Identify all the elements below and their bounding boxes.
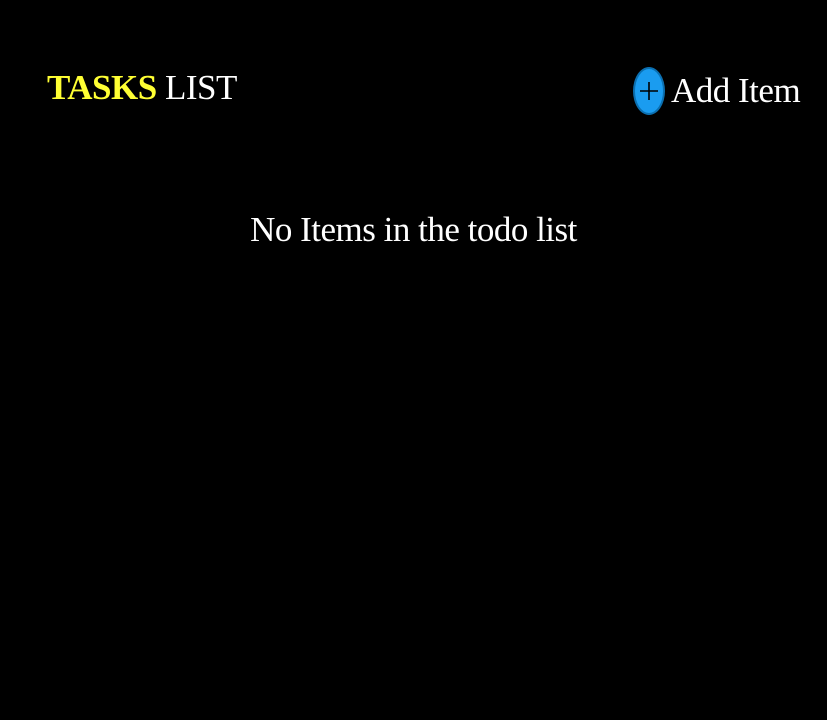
add-item-label: Add Item xyxy=(671,71,801,110)
add-item-button[interactable]: Add Item xyxy=(633,66,801,116)
plus-icon xyxy=(633,67,665,115)
empty-list-message: No Items in the todo list xyxy=(250,210,577,249)
title-rest: LIST xyxy=(156,68,237,107)
title-accent: TASKS xyxy=(47,68,157,107)
page-title: TASKS LIST xyxy=(47,66,237,110)
